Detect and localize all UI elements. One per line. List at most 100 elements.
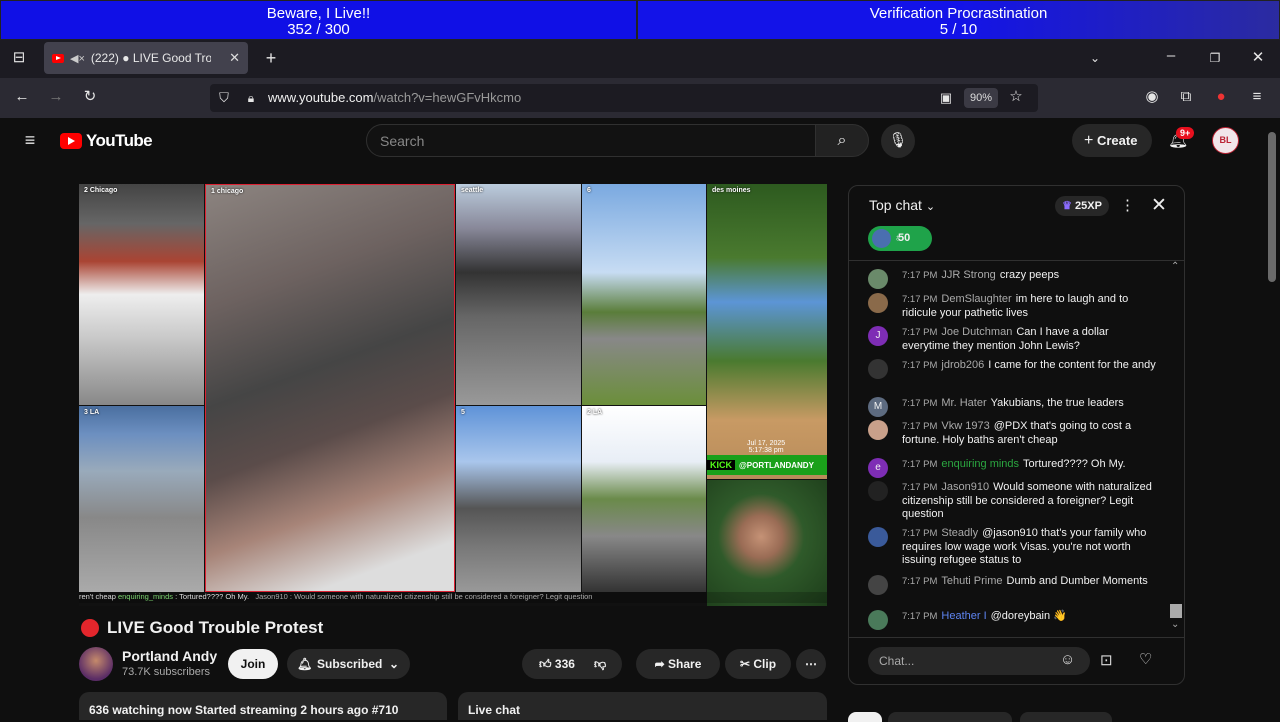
chat-message[interactable]: e 7:17 PM enquiring minds Tortured???? Oh M… xyxy=(868,458,1158,478)
chat-text: crazy peeps xyxy=(999,269,1060,281)
chat-message[interactable]: 7:17 PM Jason910 Would someone with natura… xyxy=(868,481,1158,522)
chat-avatar[interactable]: J xyxy=(868,326,888,346)
more-actions-button[interactable]: ⋯ xyxy=(796,649,826,679)
channel-avatar[interactable] xyxy=(79,647,113,681)
search-input[interactable] xyxy=(380,125,780,156)
chat-message[interactable]: 7:17 PM DemSlaughter im here to laugh and … xyxy=(868,293,1158,320)
more-vertical-icon[interactable]: ⋮ xyxy=(1120,196,1135,214)
tab-list-icon[interactable]: ⊟ xyxy=(8,47,30,69)
share-button[interactable]: ➦ Share xyxy=(636,649,720,679)
chevron-down-icon[interactable]: ⌄ xyxy=(1171,619,1179,630)
live-chat-chip[interactable]: Live chat xyxy=(458,692,827,720)
zoom-level[interactable]: 90% xyxy=(964,88,998,108)
chat-avatar[interactable] xyxy=(868,527,888,547)
chat-avatar[interactable] xyxy=(868,610,888,630)
chat-message[interactable]: 7:17 PM jdrob206 I came for the content fo… xyxy=(868,359,1158,379)
back-icon[interactable]: ← xyxy=(11,86,33,108)
clip-button[interactable]: ✂ Clip xyxy=(725,649,791,679)
chat-message[interactable]: 7:17 PM Heather I @doreybain 👋 xyxy=(868,610,1158,630)
plus-icon: + xyxy=(1084,132,1094,149)
emoji-icon[interactable]: ☺ xyxy=(1060,651,1075,668)
video-player[interactable]: 2 Chicago 1 chicago seattle 6 des moines… xyxy=(79,184,827,606)
chat-author[interactable]: jdrob206 xyxy=(941,359,984,371)
chevron-down-icon[interactable]: ⌄ xyxy=(1084,47,1106,69)
subscribed-button[interactable]: 🔔︎ Subscribed ⌄ xyxy=(287,649,410,679)
chat-author[interactable]: DemSlaughter xyxy=(941,293,1011,305)
scroll-thumb[interactable] xyxy=(1170,604,1182,618)
chat-avatar[interactable]: e xyxy=(868,458,888,478)
chat-avatar[interactable]: M xyxy=(868,397,888,417)
chevron-up-icon[interactable]: ⌃ xyxy=(1171,261,1179,272)
create-button[interactable]: + Create xyxy=(1072,124,1152,157)
minimize-icon[interactable]: – xyxy=(1160,45,1182,67)
reload-icon[interactable]: ↻ xyxy=(79,86,101,108)
voice-search-button[interactable]: 🎙︎ xyxy=(881,124,915,158)
window-close-icon[interactable]: ✕ xyxy=(1247,47,1269,69)
ticker-text: : Tortured???? Oh My. xyxy=(175,592,250,601)
browser-tab[interactable]: ◀× (222) ● LIVE Good Troubl ✕ xyxy=(44,42,248,74)
filter-chip[interactable] xyxy=(848,712,882,722)
super-chat-icon[interactable]: ⊡ xyxy=(1100,651,1113,669)
channel-name[interactable]: Portland Andy xyxy=(122,648,217,664)
bookmark-star-icon[interactable]: ☆ xyxy=(1005,86,1027,108)
cell-label: 1 chicago xyxy=(211,188,244,195)
video-cell-seattle: seattle xyxy=(456,184,581,405)
search-box[interactable] xyxy=(366,124,816,157)
xp-badge[interactable]: ♛ 25XP xyxy=(1055,196,1109,216)
chat-message[interactable]: 7:17 PM Vkw 1973 @PDX that's going to cost… xyxy=(868,420,1158,447)
filter-chip[interactable] xyxy=(888,712,1012,722)
youtube-logo[interactable]: YouTube xyxy=(60,131,153,151)
extensions-icon[interactable]: ⧉ xyxy=(1175,86,1197,108)
page-scrollbar[interactable] xyxy=(1264,118,1280,720)
chat-author[interactable]: Tehuti Prime xyxy=(941,575,1002,587)
kick-banner: KICK @PORTLANDANDY xyxy=(707,455,827,475)
url-text[interactable]: www.youtube.com/watch?v=hewGFvHkcmo xyxy=(268,90,521,105)
shield-icon[interactable]: ⛉ xyxy=(213,87,235,109)
filter-chip[interactable] xyxy=(1020,712,1112,722)
join-button[interactable]: Join xyxy=(228,649,278,679)
mute-icon[interactable]: ◀× xyxy=(70,52,85,65)
account-icon[interactable]: ◉ xyxy=(1141,86,1163,108)
chat-author[interactable]: Vkw 1973 xyxy=(941,420,989,432)
chat-author[interactable]: Jason910 xyxy=(941,481,989,493)
menu-icon[interactable]: ≡ xyxy=(1246,86,1268,108)
chat-message[interactable]: 7:17 PM Tehuti Prime Dumb and Dumber Momen… xyxy=(868,575,1158,595)
stream-stats[interactable]: 636 watching now Started streaming 2 hou… xyxy=(79,692,447,720)
like-button[interactable]: 👍︎ 336 xyxy=(532,649,582,679)
scroll-thumb[interactable] xyxy=(1268,132,1276,282)
chat-message[interactable]: M 7:17 PM Mr. Hater Yakubians, the true lea… xyxy=(868,397,1158,417)
forward-icon[interactable]: → xyxy=(45,86,67,108)
chat-message[interactable]: J 7:17 PM Joe Dutchman Can I have a dollar … xyxy=(868,326,1158,353)
chat-message[interactable]: 7:17 PM Steadly @jason910 that's your fami… xyxy=(868,527,1158,568)
lock-icon[interactable]: 🔒︎ xyxy=(240,87,262,109)
no-autoplay-icon[interactable]: ▣ xyxy=(935,87,957,109)
chat-author[interactable]: JJR Strong xyxy=(941,269,995,281)
heart-icon[interactable]: ♡ xyxy=(1139,650,1152,668)
chat-avatar[interactable] xyxy=(868,575,888,595)
chat-avatar[interactable] xyxy=(868,420,888,440)
chat-input[interactable]: Chat... xyxy=(868,647,1090,675)
restore-icon[interactable]: ❐ xyxy=(1204,47,1226,69)
chat-avatar[interactable] xyxy=(868,293,888,313)
user-avatar[interactable]: BL xyxy=(1212,127,1239,154)
chat-avatar[interactable] xyxy=(868,481,888,501)
chat-author[interactable]: Joe Dutchman xyxy=(941,326,1012,338)
chat-author[interactable]: Mr. Hater xyxy=(941,397,986,409)
close-icon[interactable]: ✕ xyxy=(1151,194,1167,217)
chat-avatar[interactable] xyxy=(868,269,888,289)
chat-avatar[interactable] xyxy=(868,359,888,379)
chat-author[interactable]: Heather I xyxy=(941,610,986,622)
chat-mode-dropdown[interactable]: Top chat ⌄ xyxy=(869,197,935,213)
search-button[interactable]: ⌕ xyxy=(815,124,869,157)
chat-message[interactable]: 7:17 PM JJR Strong crazy peeps xyxy=(868,269,1158,289)
share-icon: ➦ xyxy=(654,657,665,671)
extension-record-icon[interactable]: ● xyxy=(1210,86,1232,108)
close-tab-icon[interactable]: ✕ xyxy=(229,50,240,66)
chat-author[interactable]: enquiring minds xyxy=(941,458,1019,470)
dislike-button[interactable]: 👎︎ xyxy=(594,649,606,679)
gift-counter[interactable]: ♁ 50 xyxy=(868,226,932,251)
new-tab-icon[interactable]: + xyxy=(260,47,282,69)
hamburger-icon[interactable]: ≡ xyxy=(19,129,41,151)
chat-scrollbar[interactable]: ⌃ ⌄ xyxy=(1170,261,1182,634)
chat-author[interactable]: Steadly xyxy=(941,527,978,539)
